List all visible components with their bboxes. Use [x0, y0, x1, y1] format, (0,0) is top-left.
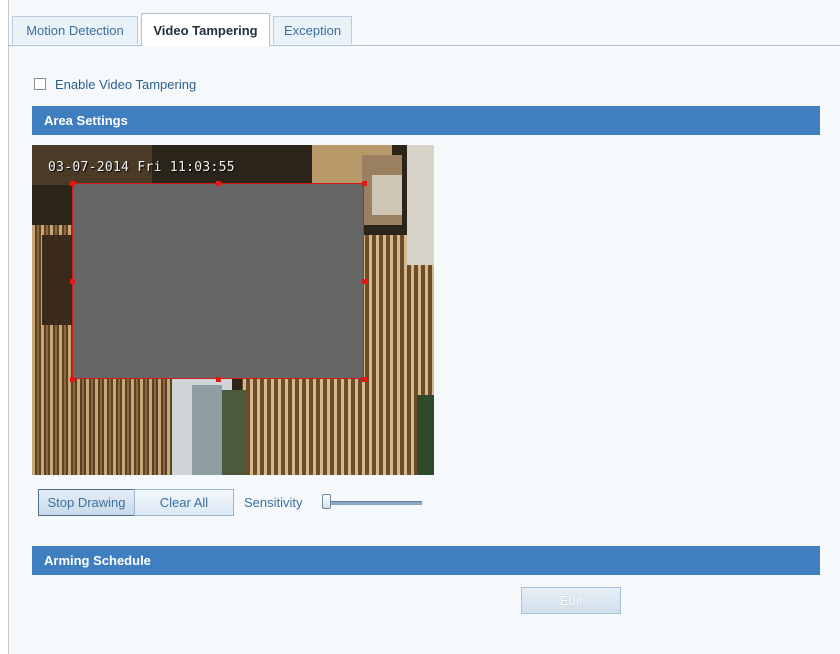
sensitivity-slider-thumb[interactable] [322, 494, 331, 509]
edit-schedule-button[interactable]: Edit [521, 587, 621, 614]
drawing-controls: Stop Drawing Clear All [38, 489, 234, 516]
tab-motion-detection[interactable]: Motion Detection [12, 16, 138, 44]
enable-video-tampering-row: Enable Video Tampering [34, 76, 196, 92]
region-handle-right[interactable] [362, 279, 367, 284]
tab-bar: Motion Detection Video Tampering Excepti… [8, 13, 840, 46]
video-preview[interactable]: 03-07-2014 Fri 11:03:55 [32, 145, 434, 475]
region-handle-left[interactable] [70, 279, 75, 284]
sensitivity-slider-track[interactable] [326, 501, 422, 505]
enable-video-tampering-checkbox[interactable] [34, 78, 46, 90]
tamper-detection-region[interactable] [72, 183, 364, 379]
enable-video-tampering-label: Enable Video Tampering [55, 76, 197, 92]
region-handle-bottom-left[interactable] [70, 377, 75, 382]
region-handle-bottom-right[interactable] [362, 377, 367, 382]
region-handle-bottom[interactable] [216, 377, 221, 382]
tab-video-tampering[interactable]: Video Tampering [141, 13, 270, 46]
tab-exception[interactable]: Exception [273, 16, 352, 44]
stop-drawing-button[interactable]: Stop Drawing [38, 489, 135, 516]
sensitivity-label: Sensitivity [244, 495, 303, 510]
region-handle-top-left[interactable] [70, 181, 75, 186]
video-timestamp: 03-07-2014 Fri 11:03:55 [48, 160, 235, 175]
region-handle-top-right[interactable] [362, 181, 367, 186]
clear-all-button[interactable]: Clear All [134, 489, 234, 516]
arming-schedule-header: Arming Schedule [32, 546, 820, 575]
area-settings-header: Area Settings [32, 106, 820, 135]
region-handle-top[interactable] [216, 181, 221, 186]
